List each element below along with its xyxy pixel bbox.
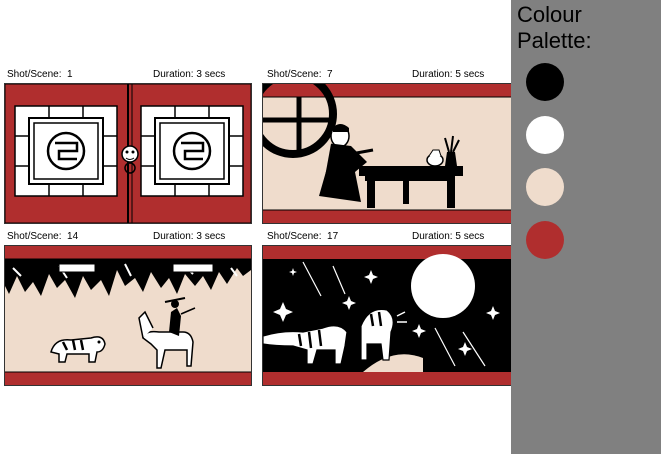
duration-value: 3 secs bbox=[196, 231, 226, 242]
panel-1-shot-header: Shot/Scene: 1 bbox=[7, 69, 73, 81]
storyboard-panel-1 bbox=[4, 83, 252, 224]
shot-label: Shot/Scene: bbox=[7, 231, 62, 242]
duration-label: Duration: bbox=[153, 69, 194, 80]
palette-swatch-black bbox=[526, 63, 564, 101]
panel-2-duration-header: Duration: 5 secs bbox=[412, 69, 484, 81]
panel-3-shot-header: Shot/Scene: 14 bbox=[7, 231, 78, 243]
panel-4-shot-header: Shot/Scene: 17 bbox=[267, 231, 338, 243]
palette-title: Colour Palette: bbox=[517, 2, 592, 53]
duration-value: 5 secs bbox=[455, 69, 485, 80]
palette-swatch-beige bbox=[526, 168, 564, 206]
shot-label: Shot/Scene: bbox=[267, 69, 322, 80]
storyboard-panel-4 bbox=[262, 245, 512, 386]
colour-palette-panel: Colour Palette: bbox=[511, 0, 661, 454]
writing-scene-illustration bbox=[263, 84, 511, 223]
shot-label: Shot/Scene: bbox=[7, 69, 62, 80]
left-lattice-window bbox=[14, 105, 118, 197]
door-lattice-illustration bbox=[5, 84, 251, 223]
shot-number: 17 bbox=[327, 231, 339, 242]
duration-label: Duration: bbox=[412, 69, 453, 80]
shot-number: 1 bbox=[67, 69, 73, 80]
panel-3-duration-header: Duration: 3 secs bbox=[153, 231, 225, 243]
palette-swatch-white bbox=[526, 116, 564, 154]
palette-swatch-red bbox=[526, 221, 564, 259]
panel-1-duration-header: Duration: 3 secs bbox=[153, 69, 225, 81]
duration-value: 5 secs bbox=[455, 231, 485, 242]
night-tigers-illustration bbox=[263, 246, 511, 385]
duration-label: Duration: bbox=[153, 231, 194, 242]
shot-label: Shot/Scene: bbox=[267, 231, 322, 242]
moon-icon bbox=[411, 254, 475, 318]
panel-4-duration-header: Duration: 5 secs bbox=[412, 231, 484, 243]
forest-ride-illustration bbox=[5, 246, 251, 385]
shot-number: 7 bbox=[327, 69, 333, 80]
duration-label: Duration: bbox=[412, 231, 453, 242]
duration-value: 3 secs bbox=[196, 69, 226, 80]
right-lattice-window bbox=[140, 105, 244, 197]
shot-number: 14 bbox=[67, 231, 79, 242]
storyboard-panel-2 bbox=[262, 83, 512, 224]
panel-2-shot-header: Shot/Scene: 7 bbox=[267, 69, 333, 81]
storyboard-panel-3 bbox=[4, 245, 252, 386]
